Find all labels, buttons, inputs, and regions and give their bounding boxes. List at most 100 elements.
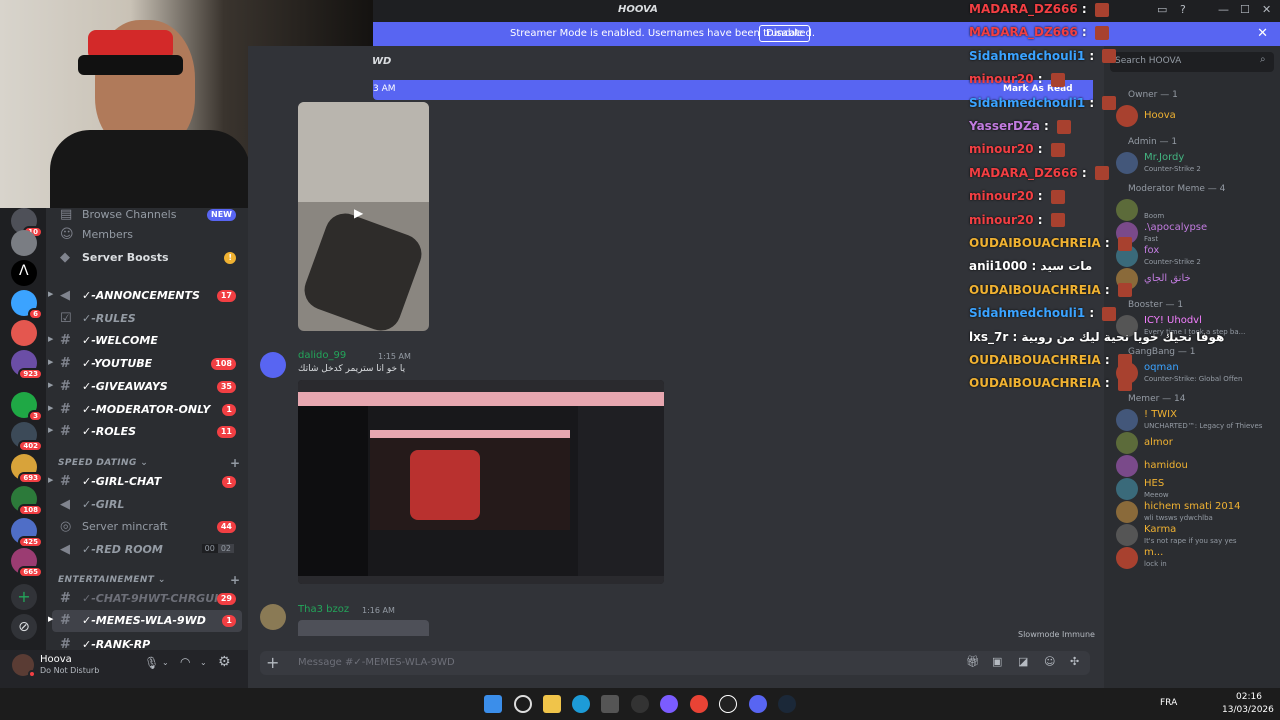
member-name: hamidou <box>1144 460 1188 471</box>
channel-moderator-only[interactable]: ▶ # ✓-MODERATOR-ONLY 1 <box>48 399 242 421</box>
channel-girl-chat[interactable]: ▶ # ✓-GIRL-CHAT 1 <box>48 471 242 493</box>
channel-welcome[interactable]: ▶ # ✓-WELCOME <box>48 330 242 352</box>
clock-time[interactable]: 02:16 <box>1236 692 1262 702</box>
server-icon[interactable]: 3 <box>11 392 43 422</box>
server-icon[interactable]: 425 <box>11 518 43 548</box>
overlay-username: YasserDZa <box>969 119 1040 133</box>
app-icon[interactable] <box>660 695 678 713</box>
headphones-icon[interactable]: ◠ <box>180 655 190 669</box>
message-composer[interactable]: + Message #✓-MEMES-WLA-9WD 🎁︎ ▣ ◪ ☺ ✣ <box>260 651 1090 675</box>
language-indicator[interactable]: FRA <box>1160 698 1177 708</box>
media-icon[interactable] <box>719 695 737 713</box>
server-icon[interactable]: 665 <box>11 548 43 578</box>
discover-icon[interactable]: ⊘ <box>11 614 37 640</box>
emoji-icon[interactable]: ☺ <box>1044 655 1055 668</box>
gift-icon[interactable]: 🎁︎ <box>966 655 980 668</box>
channel-roles[interactable]: ▶ # ✓-ROLES 11 <box>48 421 242 443</box>
channel-rank-rp[interactable]: # ✓-RANK-RP <box>52 634 242 648</box>
add-channel-icon[interactable]: + <box>230 573 240 587</box>
channel-chat-9hwt[interactable]: # ✓-CHAT-9HWT-CHRGUI 29 <box>52 588 242 610</box>
search-input[interactable]: Search HOOVA ⌕ <box>1110 52 1274 72</box>
server-icon[interactable] <box>11 320 37 346</box>
chevron-down-icon[interactable]: ⌄ <box>162 658 169 667</box>
search-icon[interactable] <box>514 695 532 713</box>
channel-girl[interactable]: ◀ ✓-GIRL <box>52 494 242 516</box>
sticker-icon[interactable]: ◪ <box>1018 655 1028 668</box>
app-icon[interactable] <box>631 695 649 713</box>
server-icon[interactable]: 693 <box>11 454 43 484</box>
server-icon[interactable]: 402 <box>11 422 43 452</box>
close-banner-icon[interactable]: ✕ <box>1257 26 1268 41</box>
maximize-icon[interactable]: ☐ <box>1240 3 1250 16</box>
inbox-icon[interactable]: ▭ <box>1157 3 1167 16</box>
member-item[interactable]: m... lock in <box>1116 544 1276 574</box>
channel-memes-selected[interactable]: ▶ # ✓-MEMES-WLA-9WD 1 <box>48 610 242 632</box>
member-item[interactable]: Mr.Jordy Counter-Strike 2 <box>1116 149 1276 179</box>
overlay-chat-line: lxs_7r : هوفا نحيك خويا نحية ليك من روبي… <box>969 329 1225 344</box>
member-item[interactable]: Hoova <box>1116 102 1276 132</box>
overlay-username: OUDAIBOUACHREIA <box>969 282 1101 297</box>
chrome-icon[interactable] <box>690 695 708 713</box>
member-activity: Counter-Strike: Global Offen <box>1144 375 1243 383</box>
add-channel-icon[interactable]: + <box>230 456 240 470</box>
gif-icon[interactable]: ▣ <box>992 655 1002 668</box>
overlay-chat-line: minour20 : <box>969 72 1065 87</box>
file-explorer-icon[interactable] <box>543 695 561 713</box>
category-entertainement[interactable]: ENTERTAINEMENT ⌄ + <box>58 573 240 587</box>
close-window-icon[interactable]: ✕ <box>1262 3 1271 16</box>
store-icon[interactable] <box>601 695 619 713</box>
channel-rules[interactable]: ☑ ✓-RULES <box>52 308 242 330</box>
settings-gear-icon[interactable]: ⚙ <box>218 654 231 670</box>
server-boosts-item[interactable]: ◆ Server Boosts ! <box>52 247 242 269</box>
category-speed-dating[interactable]: SPEED DATING ⌄ + <box>58 456 240 470</box>
chevron-down-icon[interactable]: ⌄ <box>200 658 207 667</box>
channel-red-room[interactable]: ◀ ✓-RED ROOM 00 02 <box>52 539 242 561</box>
member-name: HES <box>1144 478 1165 489</box>
avatar[interactable] <box>260 352 286 378</box>
member-name: خانق الجاي <box>1144 273 1191 284</box>
member-item[interactable]: خانق الجاي <box>1116 265 1276 295</box>
server-icon[interactable]: ᐱ <box>11 260 37 286</box>
overlay-username: minour20 <box>969 189 1034 204</box>
play-icon[interactable]: ▶ <box>354 206 363 220</box>
overlay-username: Sidahmedchouli1 <box>969 48 1086 63</box>
avatar <box>1116 501 1138 523</box>
avatar <box>1116 524 1138 546</box>
screenshot-attachment[interactable] <box>298 380 664 584</box>
server-icon[interactable]: 6 <box>11 290 43 320</box>
channel-giveaways[interactable]: ▶ # ✓-GIVEAWAYS 35 <box>48 376 242 398</box>
members-item[interactable]: ☺ Members <box>52 224 242 246</box>
steam-icon[interactable] <box>778 695 796 713</box>
help-icon[interactable]: ? <box>1180 3 1186 16</box>
edge-browser-icon[interactable] <box>572 695 590 713</box>
channel-server-mincraft[interactable]: ◎ Server mincraft 44 <box>52 516 242 538</box>
discord-icon[interactable] <box>749 695 767 713</box>
server-icon[interactable]: 108 <box>11 486 43 516</box>
microphone-icon[interactable]: 🎙︎ <box>144 656 159 670</box>
add-server-icon[interactable]: + <box>11 584 37 610</box>
channel-youtube[interactable]: ▶ # ✓-YOUTUBE 108 <box>48 353 242 375</box>
apps-icon[interactable]: ✣ <box>1070 655 1079 668</box>
member-item[interactable]: oqman Counter-Strike: Global Offen <box>1116 359 1276 389</box>
minimize-icon[interactable]: — <box>1218 3 1229 16</box>
overlay-username: OUDAIBOUACHREIA <box>969 236 1101 250</box>
browse-channels[interactable]: ▤ Browse Channels NEW <box>52 204 242 226</box>
clock-date[interactable]: 13/03/2026 <box>1222 705 1274 715</box>
avatar[interactable] <box>260 604 286 630</box>
disable-button[interactable]: Disable <box>759 25 811 42</box>
message-author[interactable]: Tha3 bzoz <box>298 604 349 615</box>
emote-icon <box>1056 119 1071 134</box>
channel-announcements[interactable]: ▶ ◀ ✓-ANNONCEMENTS 17 <box>48 285 242 307</box>
server-icon[interactable]: 923 <box>11 350 43 380</box>
message-input[interactable]: Message #✓-MEMES-WLA-9WD <box>298 657 455 668</box>
message-author[interactable]: dalido_99 <box>298 350 346 361</box>
overlay-username: Sidahmedchouli1 <box>969 306 1086 321</box>
windows-start-icon[interactable] <box>484 695 502 713</box>
image-attachment[interactable] <box>298 620 429 636</box>
search-icon: ⌕ <box>1260 54 1266 65</box>
overlay-chat-line: Sidahmedchouli1 : <box>969 48 1117 64</box>
add-attachment-icon[interactable]: + <box>266 653 279 672</box>
emote-icon <box>1102 49 1117 64</box>
server-icon[interactable] <box>11 230 37 256</box>
video-attachment[interactable]: ▶ <box>298 102 429 331</box>
